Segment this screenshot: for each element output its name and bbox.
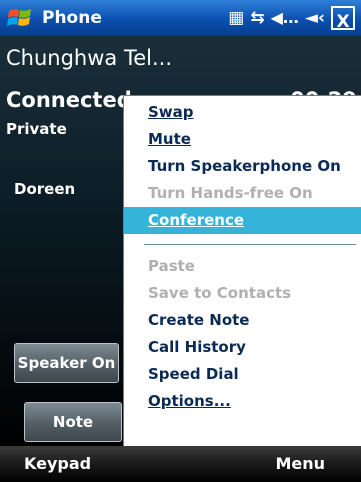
menu-item-label: Turn Speakerphone On (148, 157, 341, 175)
menu-item-save-to-contacts: Save to Contacts (124, 280, 361, 307)
menu-item-speed-dial[interactable]: Speed Dial (124, 361, 361, 388)
menu-item-speakerphone[interactable]: Turn Speakerphone On (124, 153, 361, 180)
note-button[interactable]: Note (24, 402, 122, 442)
menu-item-label: Speed Dial (148, 365, 239, 383)
menu-item-label: Create Note (148, 311, 250, 329)
caller-name: Doreen (14, 180, 76, 198)
menu-item-conference[interactable]: Conference (124, 207, 361, 234)
menu-item-hands-free: Turn Hands-free On (124, 180, 361, 207)
call-status: Connected: (6, 88, 141, 112)
speaker-on-button[interactable]: Speaker On (14, 343, 119, 383)
title-bar: Phone ▦ ⇆ ◀… ◄‹ X (0, 0, 361, 36)
menu-item-options[interactable]: Options... (124, 388, 361, 415)
close-button[interactable]: X (331, 6, 355, 32)
menu-item-swap[interactable]: Swap (124, 99, 361, 126)
volume-icon[interactable]: ◄‹ (305, 4, 325, 32)
connectivity-icon[interactable]: ⇆ (250, 4, 264, 32)
softkey-bar: Keypad Menu (0, 446, 361, 482)
menu-item-label: Mute (148, 130, 191, 148)
privacy-label: Private (6, 120, 67, 138)
menu-item-label: Save to Contacts (148, 284, 292, 302)
softkey-menu[interactable]: Menu (275, 454, 325, 473)
menu-item-paste: Paste (124, 253, 361, 280)
carrier-name: Chunghwa Tel... (6, 46, 172, 70)
menu-item-label: Paste (148, 257, 195, 275)
windows-start-icon[interactable] (6, 5, 34, 31)
menu-item-call-history[interactable]: Call History (124, 334, 361, 361)
menu-item-mute[interactable]: Mute (124, 126, 361, 153)
app-title: Phone (42, 8, 102, 28)
softkey-keypad[interactable]: Keypad (24, 454, 91, 473)
signal-strength-icon[interactable]: ◀… (271, 4, 299, 32)
status-icons: ▦ ⇆ ◀… ◄‹ X (228, 4, 355, 32)
menu-item-create-note[interactable]: Create Note (124, 307, 361, 334)
menu-item-label: Turn Hands-free On (148, 184, 313, 202)
menu-item-label: Options... (148, 392, 231, 410)
menu-item-label: Conference (148, 211, 245, 229)
phone-status-icon[interactable]: ▦ (228, 4, 244, 32)
menu-item-label: Swap (148, 103, 194, 121)
menu-item-label: Call History (148, 338, 246, 356)
menu-separator (144, 244, 356, 245)
context-menu: Swap Mute Turn Speakerphone On Turn Hand… (123, 95, 361, 447)
